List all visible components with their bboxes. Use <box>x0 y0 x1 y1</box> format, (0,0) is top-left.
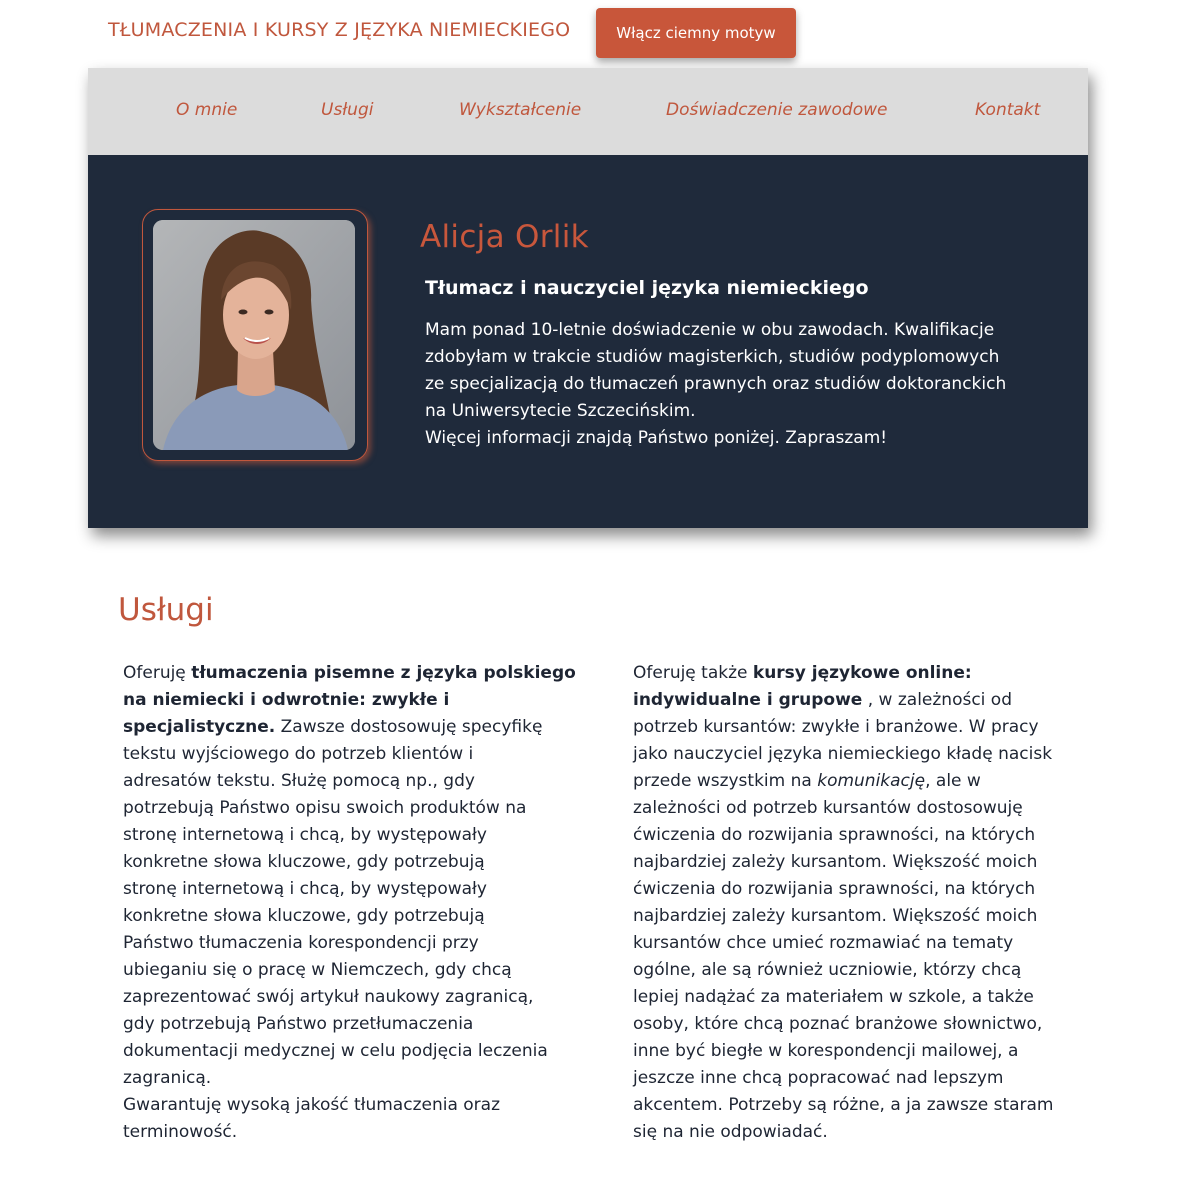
text-line: akcentem. Potrzeby są różne, a ja zawsze… <box>633 1095 1054 1115</box>
profile-photo <box>153 220 355 450</box>
text-fragment: Oferuję także <box>633 663 753 683</box>
text-line: Oferuję tłumaczenia pisemne z języka pol… <box>123 660 576 687</box>
text-line: zależności od potrzeb kursantów dostosow… <box>633 798 1023 818</box>
hero-line: Mam ponad 10-letnie doświadczenie w obu … <box>425 320 995 340</box>
text-lines: zależności od potrzeb kursantów dostosow… <box>633 795 1054 1146</box>
text-line: stronę internetową i chcą, by występował… <box>123 879 487 899</box>
text-line: terminowość. <box>123 1122 238 1142</box>
text-fragment: przede wszystkim na <box>633 771 818 791</box>
hero-line: ze specjalizacją do tłumaczeń prawnych o… <box>425 374 1007 394</box>
portrait-illustration <box>153 220 355 450</box>
text-line: najbardziej zależy kursantom. Większość … <box>633 852 1038 872</box>
text-line: zagranicą. <box>123 1068 212 1088</box>
nav-item-experience[interactable]: Doświadczenie zawodowe <box>666 100 887 120</box>
nav-item-contact[interactable]: Kontakt <box>975 100 1040 120</box>
text-fragment: Oferuję <box>123 663 192 683</box>
text-emphasis: kursy językowe online: <box>752 663 972 683</box>
text-line: osoby, które chcą poznać branżowe słowni… <box>633 1014 1043 1034</box>
hero-section: Alicja Orlik Tłumacz i nauczyciel języka… <box>88 155 1088 528</box>
hero-card: O mnie Usługi Wykształcenie Doświadczeni… <box>88 68 1088 528</box>
text-line: ogólne, ale są również uczniowie, którzy… <box>633 960 1022 980</box>
text-line: gdy potrzebują Państwo przetłumaczenia <box>123 1014 474 1034</box>
text-line: specjalistyczne. Zawsze dostosowuję spec… <box>123 714 543 741</box>
text-emphasis: specjalistyczne. <box>123 717 276 737</box>
text-line: kursantów chce umieć rozmawiać na tematy <box>633 933 1014 953</box>
text-line: ćwiczenia do rozwijania sprawności, na k… <box>633 879 1036 899</box>
text-line: jeszcze inne chcą popracować nad lepszym <box>633 1068 1004 1088</box>
course-services-text: Oferuję także kursy językowe online: ind… <box>633 660 1054 1146</box>
site-title: TŁUMACZENIA I KURSY Z JĘZYKA NIEMIECKIEG… <box>108 19 571 41</box>
hero-role: Tłumacz i nauczyciel języka niemieckiego <box>425 277 869 299</box>
text-lines: tekstu wyjściowego do potrzeb klientów i… <box>123 741 548 1146</box>
nav-item-education[interactable]: Wykształcenie <box>459 100 581 120</box>
text-line: najbardziej zależy kursantom. Większość … <box>633 906 1038 926</box>
hero-name: Alicja Orlik <box>420 219 589 255</box>
text-line: Państwo tłumaczenia korespondencji przy <box>123 933 479 953</box>
hero-description: Mam ponad 10-letnie doświadczenie w obu … <box>425 317 1025 452</box>
text-emphasis: tłumaczenia pisemne z języka polskiego <box>191 663 576 683</box>
text-line: stronę internetową i chcą, by występował… <box>123 825 487 845</box>
text-fragment: , w zależności od <box>862 690 1012 710</box>
text-line: potrzeb kursantów: zwykłe i branżowe. W … <box>633 717 1039 737</box>
translation-services-text: Oferuję tłumaczenia pisemne z języka pol… <box>123 660 576 1146</box>
text-line: konkretne słowa kluczowe, gdy potrzebują <box>123 852 485 872</box>
text-fragment: Zawsze dostosowuję specyfikę <box>275 717 543 737</box>
dark-theme-toggle-button[interactable]: Włącz ciemny motyw <box>596 8 796 58</box>
text-line: potrzebują Państwo opisu swoich produktó… <box>123 798 527 818</box>
main-nav: O mnie Usługi Wykształcenie Doświadczeni… <box>88 68 1088 155</box>
text-line: lepiej nadążać za materiałem w szkole, a… <box>633 987 1034 1007</box>
nav-item-services[interactable]: Usługi <box>321 100 373 120</box>
text-line: na niemiecki i odwrotnie: zwykłe i <box>123 687 543 714</box>
nav-item-about[interactable]: O mnie <box>176 100 237 120</box>
text-line: inne być biegłe w korespondencji mailowe… <box>633 1041 1019 1061</box>
text-line: zaprezentować swój artykuł naukowy zagra… <box>123 987 534 1007</box>
services-heading: Usługi <box>118 592 214 628</box>
text-line: ubieganiu się o pracę w Niemczech, gdy c… <box>123 960 512 980</box>
text-line: ćwiczenia do rozwijania sprawności, na k… <box>633 825 1036 845</box>
text-line: Oferuję także kursy językowe online: <box>633 660 1053 687</box>
text-line: indywidualne i grupowe , w zależności od <box>633 687 1053 714</box>
hero-line: na Uniwersytecie Szczecińskim. <box>425 401 696 421</box>
text-emphasis: indywidualne i grupowe <box>633 690 863 710</box>
text-line: przede wszystkim na komunikację, ale w <box>633 768 1053 795</box>
text-line: Gwarantuję wysoką jakość tłumaczenia ora… <box>123 1095 501 1115</box>
text-line: konkretne słowa kluczowe, gdy potrzebują <box>123 906 485 926</box>
text-emphasis: na niemiecki i odwrotnie: zwykłe i <box>123 690 450 710</box>
text-line: adresatów tekstu. Służę pomocą np., gdy <box>123 771 475 791</box>
text-line: dokumentacji medycznej w celu podjęcia l… <box>123 1041 548 1061</box>
hero-line: zdobyłam w trakcie studiów magisterkich,… <box>425 347 1000 367</box>
text-line: się na nie odpowiadać. <box>633 1122 828 1142</box>
text-line: tekstu wyjściowego do potrzeb klientów i <box>123 744 474 764</box>
profile-photo-frame <box>142 209 368 461</box>
text-line: jako nauczyciel języka niemieckiego kład… <box>633 744 1053 764</box>
text-fragment: , ale w <box>925 771 981 791</box>
text-italic: komunikację <box>817 771 926 791</box>
hero-line: Więcej informacji znajdą Państwo poniżej… <box>425 428 888 448</box>
